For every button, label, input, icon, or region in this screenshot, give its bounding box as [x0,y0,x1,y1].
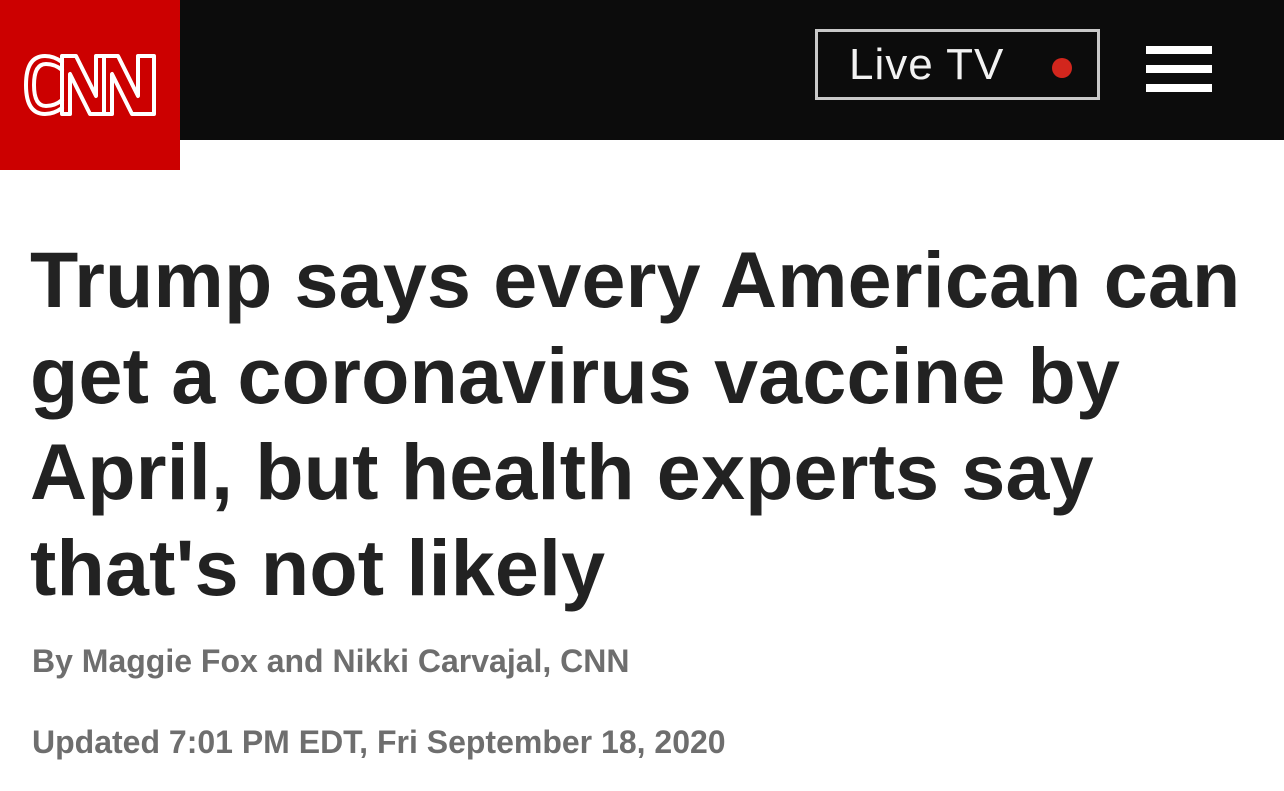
menu-bar-middle [1146,65,1212,73]
live-indicator-dot-icon [1052,58,1072,78]
article-headline: Trump says every American can get a coro… [30,235,1241,612]
cnn-logo[interactable] [0,0,180,170]
menu-bar-bottom [1146,84,1212,92]
author-link-nikki-carvajal[interactable]: Nikki Carvajal [332,643,542,679]
byline-prefix: By [32,643,82,679]
menu-bar-top [1146,46,1212,54]
live-tv-button[interactable]: Live TV [815,29,1100,100]
article-byline: By Maggie Fox and Nikki Carvajal, CNN [32,643,630,680]
byline-joiner: and [257,643,333,679]
hamburger-menu-icon[interactable] [1146,46,1212,92]
live-tv-label: Live TV [849,39,1005,89]
updated-timestamp: Updated 7:01 PM EDT, Fri September 18, 2… [32,724,726,760]
author-link-maggie-fox[interactable]: Maggie Fox [82,643,258,679]
cnn-logo-icon [24,54,156,116]
byline-suffix: , CNN [542,643,630,679]
